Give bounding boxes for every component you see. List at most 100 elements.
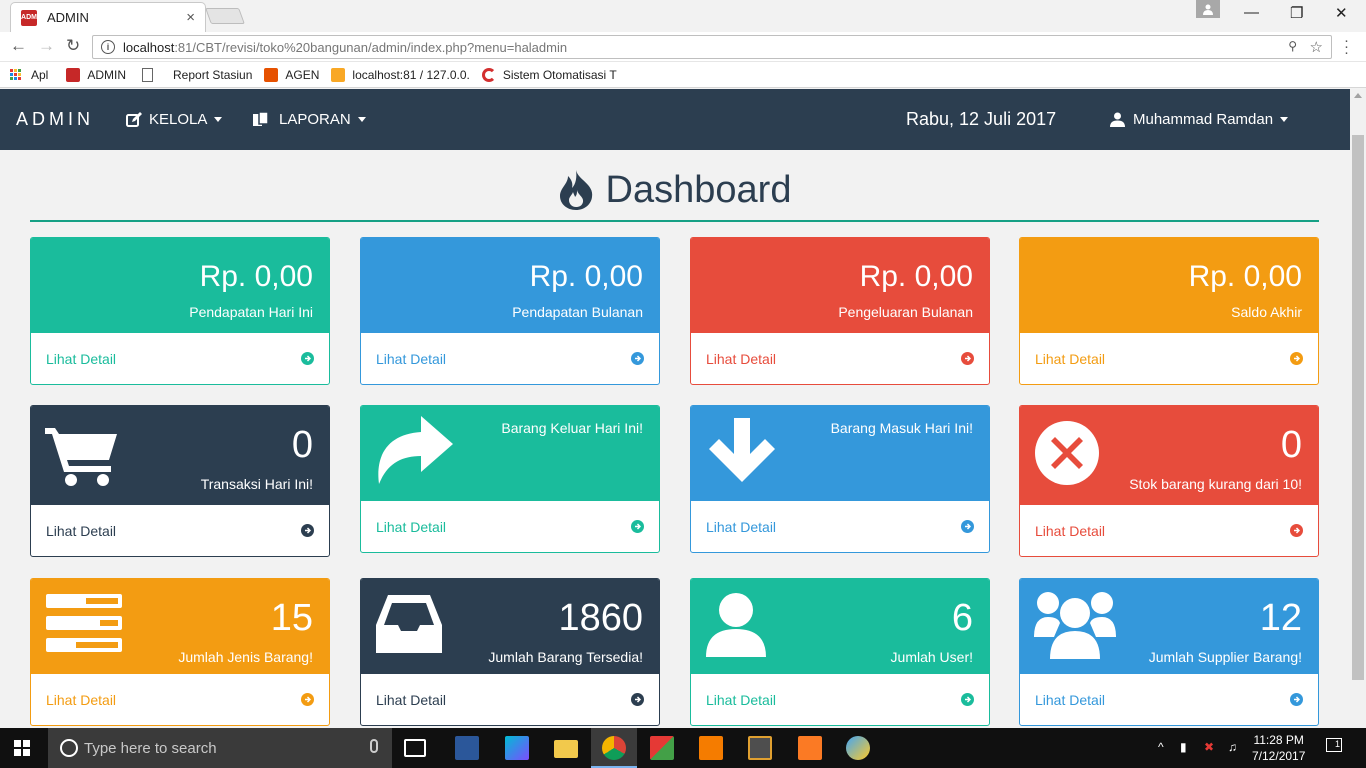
windows-start-icon[interactable] — [14, 740, 30, 756]
panel-footer-link[interactable]: Lihat Detail — [1020, 333, 1318, 384]
panel-footer-link[interactable]: Lihat Detail — [31, 674, 329, 725]
taskbar-search-box[interactable]: Type here to search — [48, 728, 392, 768]
window-close-icon[interactable]: ✕ — [1335, 4, 1348, 22]
battery-icon[interactable]: ▮ — [1180, 740, 1187, 754]
lihat-detail-link[interactable]: Lihat Detail — [376, 519, 446, 535]
lihat-detail-link[interactable]: Lihat Detail — [1035, 523, 1105, 539]
panel-footer-link[interactable]: Lihat Detail — [31, 333, 329, 384]
arrow-circle-right-icon[interactable] — [301, 352, 314, 365]
lihat-detail-link[interactable]: Lihat Detail — [376, 692, 446, 708]
bookmark-label: Apl — [31, 67, 49, 82]
media-player-icon[interactable] — [699, 736, 723, 760]
panel-footer-link[interactable]: Lihat Detail — [691, 501, 989, 552]
panel-value: 12 — [1259, 597, 1302, 639]
minimize-icon[interactable]: — — [1244, 4, 1259, 21]
sublime-text-icon[interactable] — [748, 736, 772, 760]
arrow-circle-right-icon[interactable] — [301, 524, 314, 537]
panel-footer-link[interactable]: Lihat Detail — [1020, 505, 1318, 556]
back-icon[interactable]: ← — [10, 36, 27, 56]
lihat-detail-link[interactable]: Lihat Detail — [706, 519, 776, 535]
browser-tab-admin[interactable]: ADM ADMIN × — [10, 2, 206, 32]
panel-footer-link[interactable]: Lihat Detail — [691, 333, 989, 384]
user-icon — [706, 593, 766, 657]
tasks-icon — [46, 594, 122, 652]
bookmark-agen[interactable]: AGEN — [264, 67, 319, 82]
panel-footer-link[interactable]: Lihat Detail — [1020, 674, 1318, 725]
lihat-detail-link[interactable]: Lihat Detail — [46, 523, 116, 539]
user-menu[interactable]: Muhammad Ramdan — [1110, 111, 1289, 128]
lihat-detail-link[interactable]: Lihat Detail — [46, 692, 116, 708]
copy-icon — [253, 111, 269, 126]
panel-transaksi-hari-ini: 0 Transaksi Hari Ini! Lihat Detail — [30, 405, 330, 557]
reload-icon[interactable]: ↻ — [66, 36, 80, 56]
lihat-detail-link[interactable]: Lihat Detail — [1035, 692, 1105, 708]
microphone-icon[interactable] — [370, 739, 378, 753]
panel-label: Pengeluaran Bulanan — [838, 304, 973, 320]
notifications-icon[interactable]: 1 — [1326, 738, 1342, 752]
bookmark-report-stasiun[interactable]: Report Stasiun — [142, 67, 252, 82]
lihat-detail-link[interactable]: Lihat Detail — [1035, 351, 1105, 367]
profile-icon[interactable] — [1196, 0, 1220, 18]
task-view-icon[interactable] — [404, 739, 426, 757]
app-icon[interactable] — [505, 736, 529, 760]
navbar-brand[interactable]: ADMIN — [16, 109, 94, 130]
panel-heading: 6 Jumlah User! — [691, 579, 989, 674]
scrollbar-thumb[interactable] — [1352, 135, 1364, 680]
forward-icon[interactable]: → — [38, 36, 55, 56]
lihat-detail-link[interactable]: Lihat Detail — [706, 351, 776, 367]
bookmark-apps[interactable]: Apl — [10, 68, 48, 82]
site-info-icon[interactable]: i — [101, 40, 115, 54]
arrow-circle-right-icon[interactable] — [961, 693, 974, 706]
arrow-circle-right-icon[interactable] — [1290, 693, 1303, 706]
arrow-circle-right-icon[interactable] — [631, 520, 644, 533]
arrow-circle-right-icon[interactable] — [961, 352, 974, 365]
page-title: Dashboard — [605, 168, 792, 211]
panel-label: Pendapatan Hari Ini — [189, 304, 313, 320]
panel-heading: Rp. 0,00 Pendapatan Bulanan — [361, 238, 659, 333]
tray-chevron-up-icon[interactable]: ^ — [1158, 740, 1164, 754]
taskbar-clock[interactable]: 11:28 PM 7/12/2017 — [1252, 732, 1305, 764]
arrow-circle-right-icon[interactable] — [961, 520, 974, 533]
panel-footer-link[interactable]: Lihat Detail — [31, 505, 329, 556]
panel-footer-link[interactable]: Lihat Detail — [691, 674, 989, 725]
network-icon[interactable]: ✖ — [1204, 740, 1214, 754]
arrow-circle-right-icon[interactable] — [1290, 524, 1303, 537]
admin-favicon-icon — [66, 67, 81, 82]
volume-icon[interactable]: ♫ — [1228, 740, 1237, 754]
bookmark-admin[interactable]: ADMIN — [66, 67, 126, 82]
restore-icon[interactable]: ❐ — [1290, 4, 1303, 22]
lihat-detail-link[interactable]: Lihat Detail — [376, 351, 446, 367]
network-app-icon[interactable] — [650, 736, 674, 760]
lihat-detail-link[interactable]: Lihat Detail — [46, 351, 116, 367]
word-icon[interactable] — [455, 736, 479, 760]
panel-footer-link[interactable]: Lihat Detail — [361, 501, 659, 552]
arrow-circle-right-icon[interactable] — [1290, 352, 1303, 365]
bookmark-localhost[interactable]: localhost:81 / 127.0.0. — [331, 67, 470, 82]
new-tab-button[interactable] — [205, 8, 245, 24]
bookmark-label: Sistem Otomatisasi T — [502, 67, 617, 82]
lihat-detail-link[interactable]: Lihat Detail — [706, 692, 776, 708]
address-bar[interactable]: i localhost:81/CBT/revisi/toko%20banguna… — [92, 35, 1332, 59]
file-explorer-icon[interactable] — [554, 740, 578, 758]
arrow-circle-right-icon[interactable] — [631, 352, 644, 365]
panel-heading: 0 Stok barang kurang dari 10! — [1020, 406, 1318, 505]
panel-footer-link[interactable]: Lihat Detail — [361, 674, 659, 725]
fire-icon — [559, 170, 592, 210]
panel-footer-link[interactable]: Lihat Detail — [361, 333, 659, 384]
scroll-up-icon[interactable] — [1354, 93, 1362, 98]
menu-laporan[interactable]: LAPORAN — [253, 111, 366, 128]
xampp-icon[interactable] — [798, 736, 822, 760]
panel-barang-masuk: Barang Masuk Hari Ini! Lihat Detail — [690, 405, 990, 553]
tab-close-icon[interactable]: × — [186, 9, 195, 26]
cortana-icon — [60, 739, 78, 757]
arrow-circle-right-icon[interactable] — [301, 693, 314, 706]
page-scrollbar[interactable] — [1350, 89, 1366, 728]
menu-kelola[interactable]: KELOLA — [126, 111, 223, 128]
chrome-icon[interactable] — [602, 736, 626, 760]
arrow-circle-right-icon[interactable] — [631, 693, 644, 706]
key-icon[interactable]: ⚲ — [1288, 39, 1297, 53]
bookmark-sistem-otomatisasi[interactable]: Sistem Otomatisasi T — [481, 67, 617, 82]
browser-menu-icon[interactable]: · · · — [1344, 33, 1349, 60]
bookmark-star-icon[interactable]: ☆ — [1310, 38, 1323, 56]
paint-icon[interactable] — [846, 736, 870, 760]
